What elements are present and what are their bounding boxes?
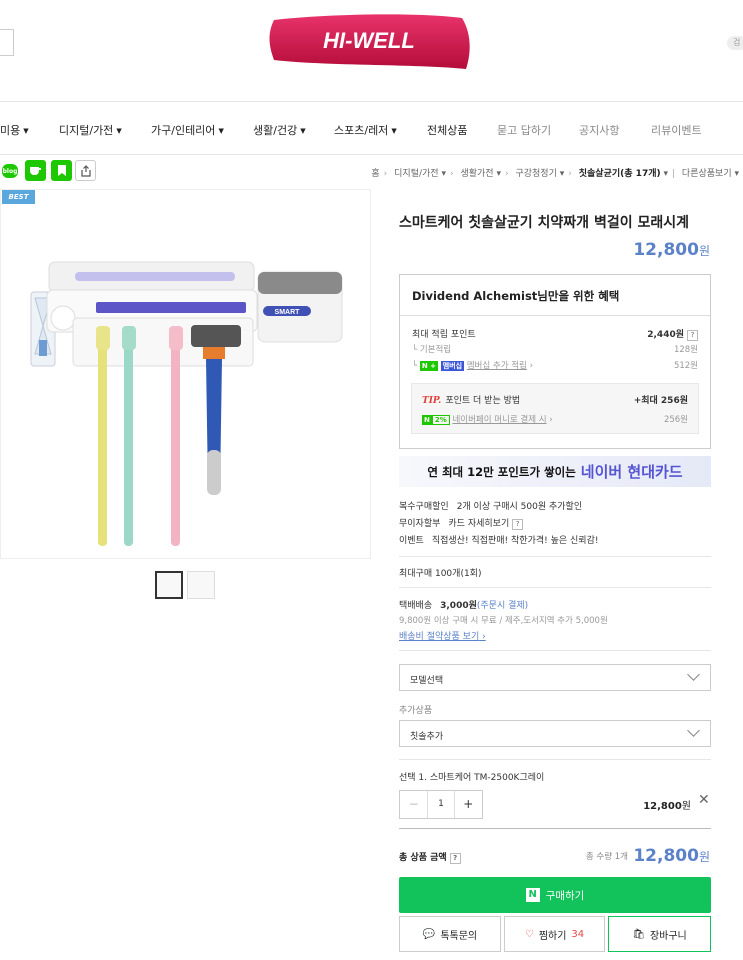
- chevron-down-icon: ▼: [300, 127, 306, 135]
- max-points-value: 2,440원: [647, 330, 684, 340]
- cart-button[interactable]: 🛍 장바구니: [608, 916, 711, 952]
- tip-box: TIP. 포인트 더 받는 방법 +최대 256원 N 2% 네이버페이 머니로 결…: [411, 383, 699, 434]
- breadcrumb-home[interactable]: 홈: [371, 169, 379, 179]
- naver-pay-money-link[interactable]: 네이버페이 머니로 결제 시: [452, 415, 546, 425]
- search-input-stub[interactable]: [0, 29, 14, 56]
- nav-item-qna[interactable]: 묻고 답하기: [497, 122, 551, 138]
- heart-icon: ♡: [524, 928, 534, 940]
- chevron-down-icon: ▼: [391, 127, 397, 135]
- header-search-pill[interactable]: 검: [727, 36, 743, 50]
- nav-item-all-products[interactable]: 전체상품: [427, 122, 467, 138]
- shipping-save-link[interactable]: 배송비 절약상품 보기 ›: [399, 629, 486, 642]
- tip-label: 포인트 더 받는 방법: [445, 396, 521, 406]
- membership-points-value: 512원: [673, 361, 698, 371]
- add-product-select[interactable]: 칫솔추가: [399, 720, 711, 747]
- installment-row: 무이자할부 카드 자세히보기?: [399, 516, 524, 530]
- bag-icon: 🛍: [632, 928, 645, 940]
- card-detail-link[interactable]: 카드 자세히보기: [448, 519, 509, 529]
- chat-icon: 💬: [422, 928, 436, 940]
- talk-inquiry-button[interactable]: 💬 톡톡문의: [399, 916, 501, 952]
- add-product-label: 추가상품: [399, 706, 433, 716]
- hiwell-logo[interactable]: HI-WELL: [266, 14, 472, 72]
- tip-sub-value: 256원: [663, 415, 688, 425]
- decrease-button[interactable]: −: [400, 791, 427, 818]
- total-label: 총 상품 금액?: [399, 850, 461, 864]
- remove-option-icon[interactable]: ✕: [698, 792, 710, 808]
- nav-item-sports[interactable]: 스포츠/레저 ▼: [334, 122, 397, 138]
- tip-tag: TIP.: [422, 396, 442, 406]
- banner-text: 연 최대 12만 포인트가 쌓이는: [427, 464, 576, 479]
- max-purchase: 최대구매 100개(1회): [399, 569, 482, 579]
- selected-option-price: 12,800원: [643, 801, 691, 812]
- product-main-image[interactable]: SMART: [0, 189, 371, 559]
- breadcrumb-appliance[interactable]: 생활가전: [460, 169, 493, 179]
- share-link-icon[interactable]: [75, 160, 96, 181]
- breadcrumb-digital[interactable]: 디지털/가전: [394, 169, 438, 179]
- nav-divider: [0, 154, 743, 155]
- percent-tag: 2%: [431, 415, 450, 425]
- max-points-label: 최대 적립 포인트: [412, 330, 476, 340]
- naver-pay-icon: N: [422, 415, 432, 425]
- shipping-row: 택배배송 3,000원(주문시 결제): [399, 601, 529, 611]
- naver-n-icon: N: [525, 888, 540, 902]
- svg-text:SMART: SMART: [275, 309, 301, 316]
- multi-discount-row: 복수구매할인 2개 이상 구매시 500원 추가할인: [399, 502, 583, 512]
- product-title: 스마트케어 칫솔살균기 치약짜개 벽걸이 모래시계: [399, 215, 689, 231]
- help-icon[interactable]: ?: [687, 330, 698, 341]
- hyundai-card-banner[interactable]: 연 최대 12만 포인트가 쌓이는 네이버 현대카드: [399, 456, 711, 487]
- shipping-note: 9,800원 이상 구매 시 무료 / 제주,도서지역 추가 5,000원: [399, 616, 608, 626]
- breadcrumb-oral[interactable]: 구강청정기: [515, 169, 556, 179]
- breadcrumb-current[interactable]: 칫솔살균기(총 17개): [579, 169, 661, 179]
- total-count: 총 수량 1개: [585, 852, 628, 862]
- chevron-down-icon: ▼: [23, 127, 29, 135]
- total-price: 12,800원: [633, 846, 710, 866]
- best-badge: BEST: [2, 190, 35, 204]
- cafe-share-icon[interactable]: [25, 160, 46, 181]
- naver-pay-icon: N +: [419, 361, 438, 371]
- event-row: 이벤트 직접생산! 직접판매! 착한가격! 높은 신뢰감!: [399, 536, 599, 546]
- buy-button[interactable]: N 구매하기: [399, 877, 711, 913]
- membership-tag: 멤버십: [440, 361, 465, 371]
- blog-share-icon[interactable]: blog: [2, 164, 18, 178]
- quantity-value[interactable]: 1: [427, 791, 455, 818]
- banner-highlight: 네이버 현대카드: [580, 463, 683, 481]
- other-products-link[interactable]: 다른상품보기: [682, 169, 732, 179]
- nav-item-digital[interactable]: 디지털/가전 ▼: [59, 122, 122, 138]
- basic-points-value: 128원: [673, 345, 698, 355]
- thumbnail-1[interactable]: [155, 571, 183, 599]
- wish-button[interactable]: ♡ 찜하기 34: [504, 916, 605, 952]
- breadcrumb: 홈 › 디지털/가전 ▾ › 생활가전 ▾ › 구강청정기 ▾ › 칫솔살균기(총 17…: [371, 169, 739, 179]
- selected-option-label: 선택 1. 스마트케어 TM-2500K그레이: [399, 773, 545, 783]
- benefit-box: Dividend Alchemist님만을 위한 혜택 최대 적립 포인트 2,…: [399, 274, 711, 449]
- membership-link[interactable]: 멤버십 추가 적립: [467, 361, 527, 371]
- benefit-title: Dividend Alchemist님만을 위한 혜택: [412, 289, 620, 303]
- chevron-down-icon: [687, 724, 700, 737]
- thumbnail-2[interactable]: [187, 571, 215, 599]
- product-price: 12,800원: [633, 240, 710, 260]
- nav-item-furniture[interactable]: 가구/인테리어 ▼: [151, 122, 224, 138]
- basic-points-label: 기본적립: [419, 345, 452, 355]
- nav-item-notice[interactable]: 공지사항: [579, 122, 619, 138]
- help-icon[interactable]: ?: [449, 853, 461, 864]
- wish-count: 34: [571, 928, 585, 940]
- logo-text: HI-WELL: [323, 28, 415, 53]
- bookmark-icon[interactable]: [51, 160, 72, 181]
- tip-value: +최대 256원: [633, 396, 688, 406]
- chevron-down-icon: ▼: [218, 127, 224, 135]
- nav-item-health[interactable]: 생활/건강 ▼: [253, 122, 306, 138]
- model-select[interactable]: 모델선택: [399, 664, 711, 691]
- nav-item-review-event[interactable]: 리뷰이벤트: [651, 122, 702, 138]
- quantity-stepper: − 1 +: [399, 790, 483, 819]
- chevron-down-icon: ▼: [116, 127, 122, 135]
- category-nav: 미용 ▼ 디지털/가전 ▼ 가구/인테리어 ▼ 생활/건강 ▼ 스포츠/레저 ▼ 전체상품…: [0, 101, 743, 155]
- chevron-down-icon: [687, 668, 700, 681]
- nav-item-beauty[interactable]: 미용 ▼: [0, 122, 29, 138]
- increase-button[interactable]: +: [455, 791, 482, 818]
- help-icon[interactable]: ?: [512, 519, 524, 530]
